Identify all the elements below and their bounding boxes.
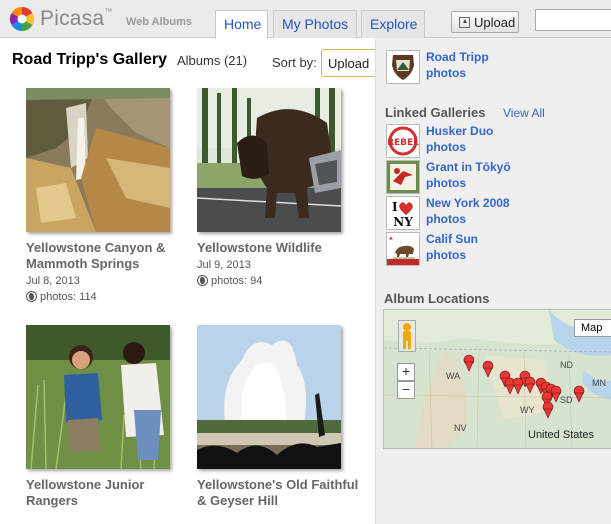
linked-gallery-name[interactable]: Husker Duo — [426, 124, 493, 138]
album-title[interactable]: Yellowstone Wildlife — [197, 240, 367, 256]
album-thumbnail[interactable] — [197, 325, 341, 469]
album-date: Jul 9, 2013 — [197, 259, 251, 271]
album-locations-heading: Album Locations — [384, 291, 490, 306]
album-locations-map[interactable]: + − Map WA ND MN SD WY NV United States — [383, 309, 611, 449]
tab-my-photos[interactable]: My Photos — [273, 10, 357, 38]
linked-gallery-name[interactable]: Grant in Tōkyō — [426, 160, 511, 174]
upload-icon — [459, 17, 470, 28]
map-pin[interactable] — [524, 376, 536, 394]
crane-icon — [386, 160, 420, 194]
owner-photos-link[interactable]: photos — [426, 66, 466, 80]
svg-text:NY: NY — [393, 215, 413, 229]
tab-home[interactable]: Home — [215, 10, 268, 39]
upload-label: Upload — [474, 15, 516, 30]
album-thumbnail[interactable] — [26, 325, 170, 469]
map-pin[interactable] — [512, 377, 524, 395]
album-photo-count: photos: 94 — [197, 275, 262, 287]
linked-gallery-name[interactable]: New York 2008 — [426, 196, 510, 210]
album-photo-count: photos: 114 — [26, 291, 97, 303]
old-faithful-photo — [197, 325, 341, 469]
linked-photos-link[interactable]: photos — [426, 140, 466, 154]
map-pin[interactable] — [482, 360, 494, 378]
top-bar: Picasa™ Web Albums Home My Photos Explor… — [0, 0, 611, 39]
view-all-link[interactable]: View All — [503, 106, 545, 120]
owner-gallery-link[interactable]: Road Tripp photos — [386, 50, 611, 84]
albums-count: Albums (21) — [177, 53, 248, 68]
globe-icon — [197, 275, 208, 286]
map-pin[interactable] — [542, 401, 554, 419]
linked-gallery-calif-sun[interactable]: Calif Sun photos — [386, 232, 611, 266]
rebel-logo-icon: REBEL — [386, 124, 420, 158]
gallery-title: Road Tripp's Gallery — [12, 51, 167, 68]
sidebar: Road Tripp photos Linked Galleries View … — [375, 38, 611, 524]
svg-text:REBEL: REBEL — [387, 138, 419, 148]
map-pin[interactable] — [550, 385, 562, 403]
nps-arrowhead-icon — [386, 50, 420, 84]
album-title[interactable]: Yellowstone's Old Faithful & Geyser Hill — [197, 477, 367, 509]
picasa-logo[interactable]: Picasa™ Web Albums — [9, 6, 193, 32]
linked-gallery-husker-duo[interactable]: REBEL Husker Duo photos — [386, 124, 611, 158]
junior-rangers-photo — [26, 325, 170, 469]
linked-gallery-name[interactable]: Calif Sun — [426, 232, 478, 246]
globe-icon — [26, 291, 37, 302]
photo-count-label: photos: 114 — [40, 291, 97, 303]
album-title[interactable]: Yellowstone Junior Rangers — [26, 477, 196, 509]
linked-gallery-new-york-2008[interactable]: I NY New York 2008 photos — [386, 196, 611, 230]
photo-count-label: photos: 94 — [211, 275, 263, 287]
tab-explore[interactable]: Explore — [361, 10, 425, 38]
canyon-waterfall-photo — [26, 88, 170, 232]
linked-galleries-heading: Linked Galleries — [385, 105, 486, 120]
owner-gallery-name[interactable]: Road Tripp — [426, 50, 489, 64]
linked-gallery-grant-in-tokyo[interactable]: Grant in Tōkyō photos — [386, 160, 611, 194]
album-date: Jul 8, 2013 — [26, 275, 80, 287]
album-thumbnail[interactable] — [26, 88, 170, 232]
linked-photos-link[interactable]: photos — [426, 212, 466, 226]
map-pins — [463, 354, 585, 419]
svg-text:I: I — [392, 200, 398, 214]
search-input[interactable] — [535, 9, 611, 31]
album-thumbnail[interactable] — [197, 88, 341, 232]
upload-button[interactable]: Upload — [451, 11, 519, 33]
app-name: Picasa™ — [40, 7, 113, 30]
picasa-pinwheel-icon — [9, 6, 35, 32]
linked-photos-link[interactable]: photos — [426, 248, 466, 262]
map-pin[interactable] — [463, 354, 475, 372]
sort-label: Sort by: — [272, 55, 317, 70]
linked-photos-link[interactable]: photos — [426, 176, 466, 190]
map-pin[interactable] — [573, 385, 585, 403]
i-love-ny-icon: I NY — [386, 196, 420, 230]
bison-photo — [197, 88, 341, 232]
album-title[interactable]: Yellowstone Canyon & Mammoth Springs — [26, 240, 196, 272]
app-subtitle: Web Albums — [126, 16, 193, 28]
california-flag-icon — [386, 232, 420, 266]
sort-select[interactable]: Upload — [321, 49, 381, 77]
